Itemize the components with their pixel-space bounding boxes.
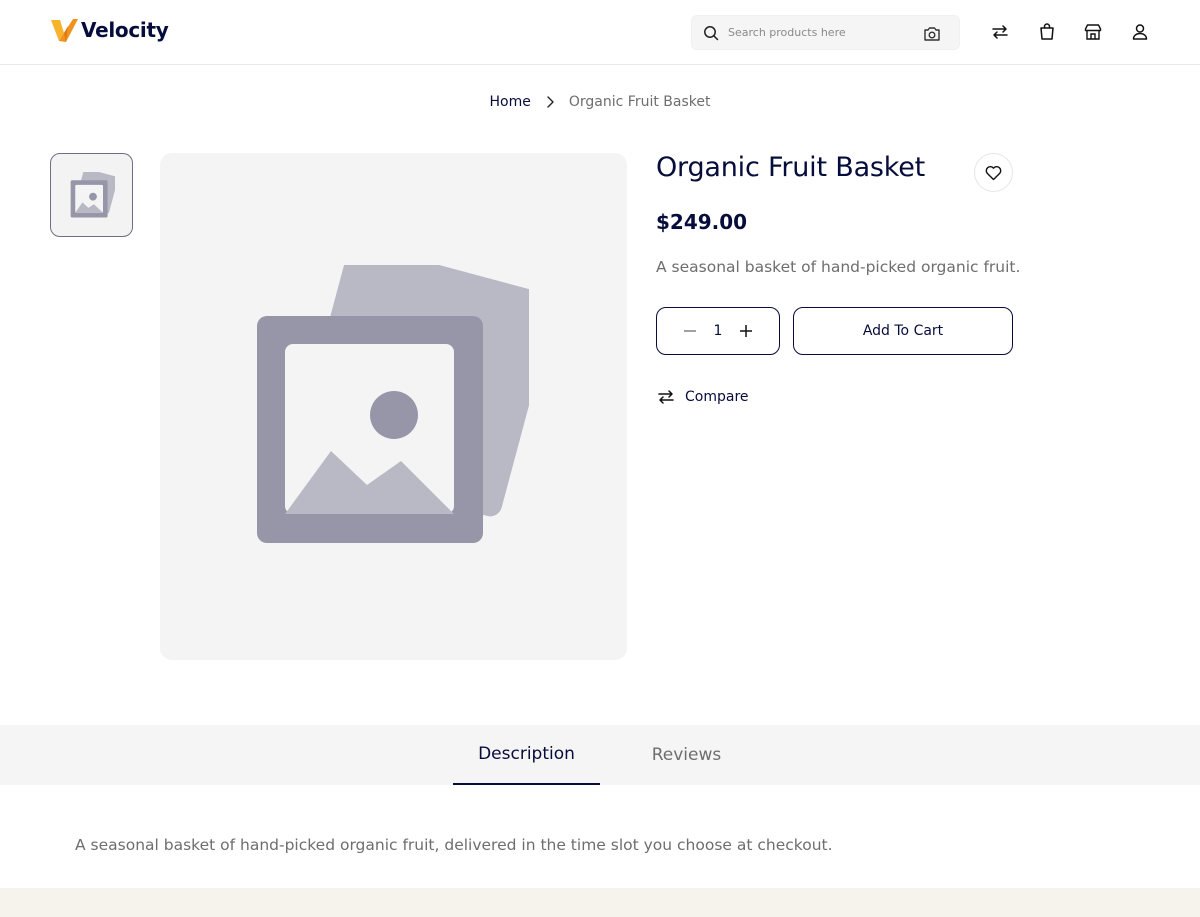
product-short-description: A seasonal basket of hand-picked organic… xyxy=(656,258,1021,276)
quantity-stepper: 1 xyxy=(656,307,780,355)
compare-link[interactable]: Compare xyxy=(656,387,749,407)
description-content: A seasonal basket of hand-picked organic… xyxy=(75,836,833,854)
product-tabs: Description Reviews xyxy=(0,725,1200,785)
search-icon[interactable] xyxy=(703,25,719,41)
wishlist-button[interactable] xyxy=(974,153,1013,192)
logo[interactable]: Velocity xyxy=(51,17,169,43)
quantity-value: 1 xyxy=(713,323,723,339)
image-placeholder-icon xyxy=(70,172,115,218)
tab-reviews[interactable]: Reviews xyxy=(620,725,753,785)
footer-strip xyxy=(0,888,1200,917)
plus-icon xyxy=(739,325,752,337)
cart-icon[interactable] xyxy=(1037,22,1057,42)
breadcrumb: Home Organic Fruit Basket xyxy=(0,94,1200,110)
quantity-decrease-button[interactable] xyxy=(683,324,697,338)
compare-icon[interactable] xyxy=(990,22,1010,42)
product-price: $249.00 xyxy=(656,210,748,234)
store-icon[interactable] xyxy=(1083,22,1103,42)
add-to-cart-button[interactable]: Add To Cart xyxy=(793,307,1013,355)
search-input[interactable] xyxy=(728,16,918,49)
site-header: Velocity xyxy=(0,0,1200,65)
product-thumbnail[interactable] xyxy=(50,153,133,237)
heart-icon xyxy=(985,165,1002,180)
logo-text: Velocity xyxy=(81,18,169,42)
product-title: Organic Fruit Basket xyxy=(656,152,926,183)
breadcrumb-current: Organic Fruit Basket xyxy=(568,94,711,110)
velocity-logo-icon xyxy=(51,19,78,42)
chevron-right-icon xyxy=(547,96,554,108)
tab-description[interactable]: Description xyxy=(453,725,600,785)
product-main-image[interactable] xyxy=(160,153,627,660)
compare-label: Compare xyxy=(685,389,749,405)
compare-icon xyxy=(658,390,674,404)
user-icon[interactable] xyxy=(1130,22,1150,42)
minus-icon xyxy=(684,330,696,332)
quantity-increase-button[interactable] xyxy=(739,324,753,338)
breadcrumb-home[interactable]: Home xyxy=(490,94,531,110)
camera-icon[interactable] xyxy=(923,25,941,42)
image-placeholder-icon xyxy=(257,265,529,543)
search-bar xyxy=(691,15,960,50)
